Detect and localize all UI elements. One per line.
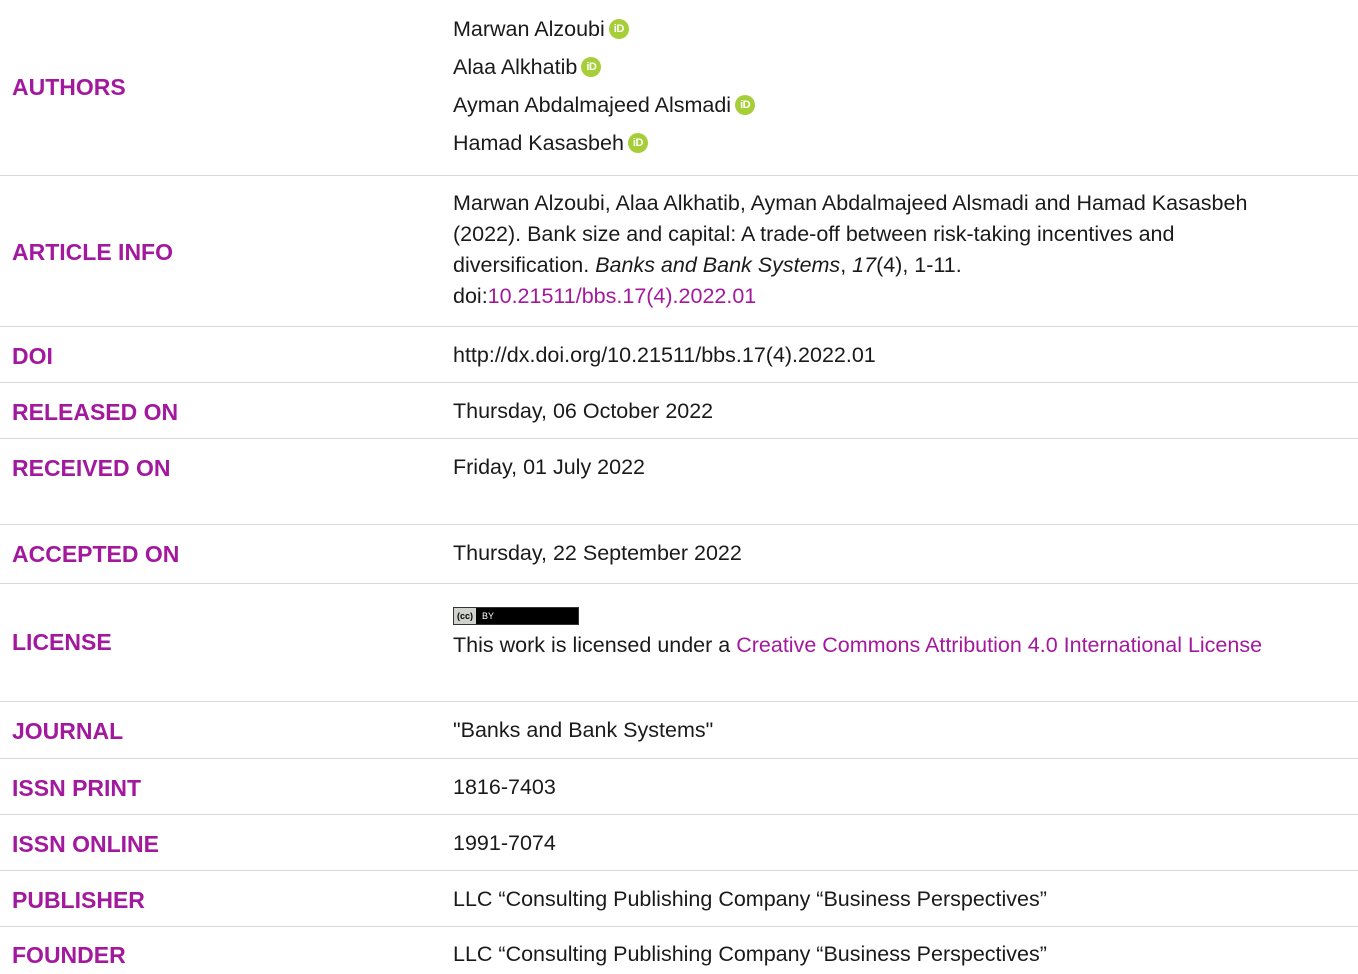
issn-print-label: ISSN PRINT [12, 775, 142, 801]
citation-volume: 17 [852, 253, 877, 277]
doi-row: DOI http://dx.doi.org/10.21511/bbs.17(4)… [0, 327, 1358, 383]
released-row: RELEASED ON Thursday, 06 October 2022 [0, 383, 1358, 439]
journal-value: "Banks and Bank Systems" [453, 718, 714, 742]
released-value: Thursday, 06 October 2022 [453, 399, 714, 423]
doi-label: DOI [12, 343, 53, 369]
orcid-icon[interactable]: iD [627, 133, 648, 153]
accepted-label: ACCEPTED ON [12, 541, 180, 567]
author-name[interactable]: Alaa Alkhatib [453, 52, 577, 83]
received-label: RECEIVED ON [12, 455, 171, 481]
citation-journal: Banks and Bank Systems [595, 253, 841, 277]
issn-print-value: 1816-7403 [453, 775, 556, 799]
journal-label: JOURNAL [12, 718, 124, 744]
license-text: This work is licensed under a Creative C… [453, 630, 1328, 661]
article-info-label: ARTICLE INFO [12, 239, 173, 265]
founder-label: FOUNDER [12, 942, 126, 968]
released-label: RELEASED ON [12, 399, 179, 425]
author-item: Alaa Alkhatib iD [453, 48, 1328, 86]
doi-link[interactable]: 10.21511/bbs.17(4).2022.01 [488, 284, 757, 308]
authors-row: AUTHORS Marwan Alzoubi iD Alaa Alkhatib … [0, 0, 1358, 176]
citation-separator: , [840, 253, 853, 277]
orcid-icon[interactable]: iD [735, 95, 756, 115]
publisher-row: PUBLISHER LLC “Consulting Publishing Com… [0, 871, 1358, 927]
author-item: Hamad Kasasbeh iD [453, 124, 1328, 162]
publisher-label: PUBLISHER [12, 887, 145, 913]
article-citation: Marwan Alzoubi, Alaa Alkhatib, Ayman Abd… [453, 188, 1308, 312]
orcid-icon[interactable]: iD [608, 19, 629, 39]
author-name[interactable]: Hamad Kasasbeh [453, 128, 624, 159]
authors-label: AUTHORS [12, 74, 126, 100]
license-label: LICENSE [12, 629, 112, 655]
license-text-prefix: This work is licensed under a [453, 633, 737, 657]
author-name[interactable]: Ayman Abdalmajeed Alsmadi [453, 90, 731, 121]
license-link[interactable]: Creative Commons Attribution 4.0 Interna… [736, 633, 1262, 657]
cc-by-badge[interactable]: (cc) BY [453, 607, 579, 625]
authors-list: Marwan Alzoubi iD Alaa Alkhatib iD Ayman… [453, 10, 1328, 162]
founder-row: FOUNDER LLC “Consulting Publishing Compa… [0, 927, 1358, 974]
received-value: Friday, 01 July 2022 [453, 455, 646, 479]
orcid-icon[interactable]: iD [581, 57, 602, 77]
received-row: RECEIVED ON Friday, 01 July 2022 [0, 439, 1358, 525]
license-value: (cc) BY This work is licensed under a Cr… [453, 597, 1328, 661]
issn-online-value: 1991-7074 [453, 831, 556, 855]
issn-online-row: ISSN ONLINE 1991-7074 [0, 815, 1358, 871]
publisher-value: LLC “Consulting Publishing Company “Busi… [453, 887, 1047, 911]
by-badge-icon: BY [476, 608, 578, 624]
article-info-row: ARTICLE INFO Marwan Alzoubi, Alaa Alkhat… [0, 176, 1358, 327]
doi-value[interactable]: http://dx.doi.org/10.21511/bbs.17(4).202… [453, 340, 1328, 371]
doi-prefix: doi: [453, 284, 488, 308]
cc-badge-icon: (cc) [454, 608, 477, 624]
author-name[interactable]: Marwan Alzoubi [453, 14, 605, 45]
issn-online-label: ISSN ONLINE [12, 831, 159, 857]
license-row: LICENSE (cc) BY This work is licensed un… [0, 584, 1358, 702]
founder-value: LLC “Consulting Publishing Company “Busi… [453, 942, 1047, 966]
journal-row: JOURNAL "Banks and Bank Systems" [0, 702, 1358, 759]
citation-issue-pages: (4), 1-11. [876, 253, 962, 277]
author-item: Ayman Abdalmajeed Alsmadi iD [453, 86, 1328, 124]
accepted-row: ACCEPTED ON Thursday, 22 September 2022 [0, 525, 1358, 584]
author-item: Marwan Alzoubi iD [453, 10, 1328, 48]
accepted-value: Thursday, 22 September 2022 [453, 541, 742, 565]
issn-print-row: ISSN PRINT 1816-7403 [0, 759, 1358, 815]
